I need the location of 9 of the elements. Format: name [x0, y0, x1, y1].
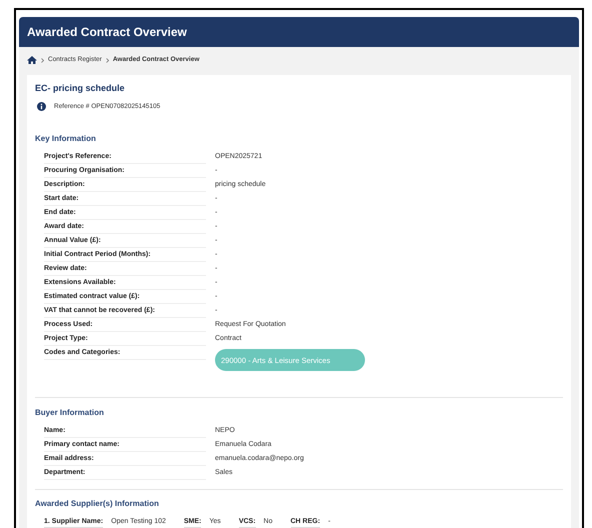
- info-icon: [37, 102, 46, 111]
- page-title: Awarded Contract Overview: [27, 24, 187, 41]
- home-icon[interactable]: [27, 56, 37, 64]
- contract-title: EC- pricing schedule: [35, 82, 126, 95]
- section-heading: Buyer Information: [35, 407, 105, 420]
- chevron-icon: [41, 58, 44, 62]
- section-heading: Key Information: [35, 133, 97, 146]
- section-heading: Awarded Supplier(s) Information: [35, 498, 160, 510]
- chevron-icon: [106, 58, 109, 62]
